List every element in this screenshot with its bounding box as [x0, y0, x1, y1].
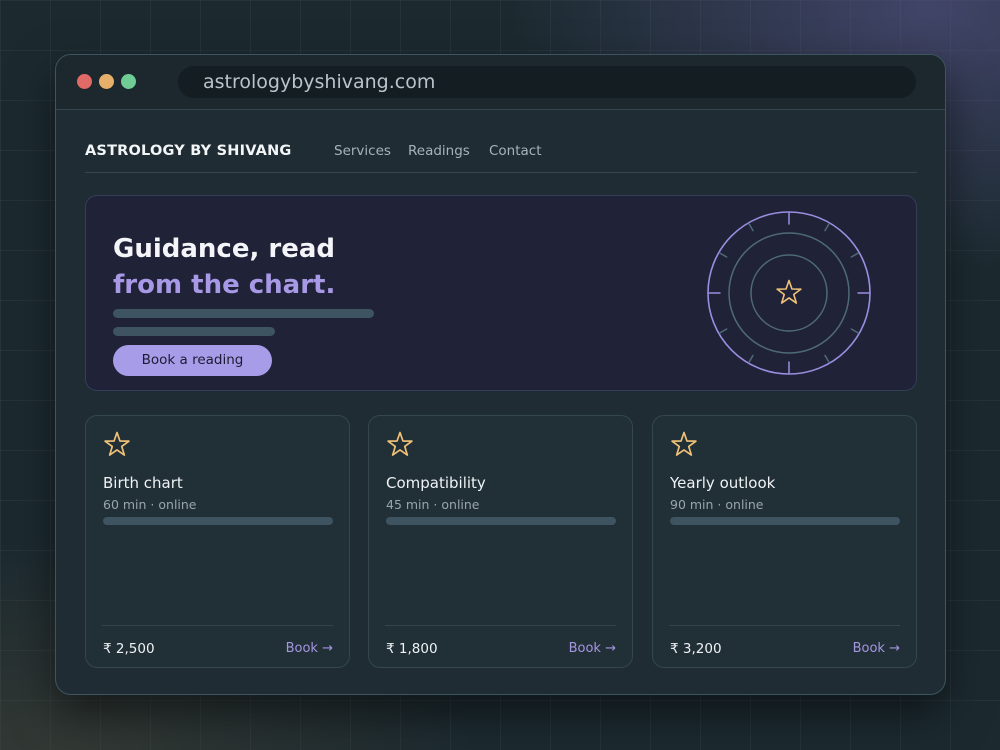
book-reading-button[interactable]: Book a reading: [113, 345, 272, 376]
star-icon: [671, 431, 697, 456]
wheel-minor-tick: [748, 354, 754, 364]
nav-link-services[interactable]: Services: [334, 142, 391, 160]
star-icon: [104, 431, 130, 456]
service-title: Birth chart: [103, 474, 183, 492]
hero-banner: Guidance, read from the chart. Book a re…: [85, 195, 917, 391]
service-card-yearly-outlook: Yearly outlook 90 min · online ₹ 3,200 B…: [652, 415, 917, 668]
service-meta: 60 min · online: [103, 497, 197, 512]
service-price: ₹ 1,800: [386, 641, 438, 657]
service-card-birth-chart: Birth chart 60 min · online ₹ 2,500 Book…: [85, 415, 350, 668]
service-title: Yearly outlook: [670, 474, 776, 492]
zodiac-wheel-inner-ring: [750, 254, 828, 332]
service-price: ₹ 2,500: [103, 641, 155, 657]
wheel-minor-tick: [748, 222, 754, 232]
wheel-minor-tick: [850, 252, 860, 258]
service-description-placeholder: [103, 517, 333, 525]
star-icon: [387, 431, 413, 456]
wheel-minor-tick: [718, 328, 728, 334]
wheel-minor-tick: [824, 222, 830, 232]
minimize-window-button[interactable]: [99, 74, 114, 89]
hero-text-placeholder-2: [113, 327, 275, 336]
wheel-minor-tick: [718, 252, 728, 258]
address-bar[interactable]: astrologybyshivang.com: [178, 66, 916, 98]
star-icon: [776, 279, 802, 304]
hero-headline: Guidance, read: [113, 234, 336, 264]
hero-text-placeholder-1: [113, 309, 374, 318]
close-window-button[interactable]: [77, 74, 92, 89]
hero-headline-accent: from the chart.: [113, 270, 336, 300]
site-brand[interactable]: ASTROLOGY BY SHIVANG: [85, 142, 292, 160]
browser-titlebar: astrologybyshivang.com: [56, 55, 945, 110]
book-birth-chart-link[interactable]: Book →: [286, 640, 333, 658]
book-yearly-outlook-link[interactable]: Book →: [853, 640, 900, 658]
service-description-placeholder: [386, 517, 616, 525]
book-compatibility-link[interactable]: Book →: [569, 640, 616, 658]
wheel-minor-tick: [824, 354, 830, 364]
zodiac-wheel-middle-ring: [728, 232, 850, 354]
service-meta: 45 min · online: [386, 497, 480, 512]
zodiac-wheel-emblem: [707, 211, 871, 375]
nav-link-readings[interactable]: Readings: [408, 142, 470, 160]
service-description-placeholder: [670, 517, 900, 525]
zodiac-wheel-outer-ring: [707, 211, 871, 375]
service-title: Compatibility: [386, 474, 486, 492]
zodiac-wheel-ticks: [708, 212, 870, 374]
maximize-window-button[interactable]: [121, 74, 136, 89]
service-meta: 90 min · online: [670, 497, 764, 512]
card-divider: [102, 625, 333, 626]
nav-link-contact[interactable]: Contact: [489, 142, 542, 160]
site-navbar: ASTROLOGY BY SHIVANG Services Readings C…: [85, 110, 917, 173]
card-divider: [669, 625, 900, 626]
wheel-minor-tick: [850, 328, 860, 334]
service-card-compatibility: Compatibility 45 min · online ₹ 1,800 Bo…: [368, 415, 633, 668]
service-price: ₹ 3,200: [670, 641, 722, 657]
card-divider: [385, 625, 616, 626]
browser-window: astrologybyshivang.com ASTROLOGY BY SHIV…: [55, 54, 946, 695]
